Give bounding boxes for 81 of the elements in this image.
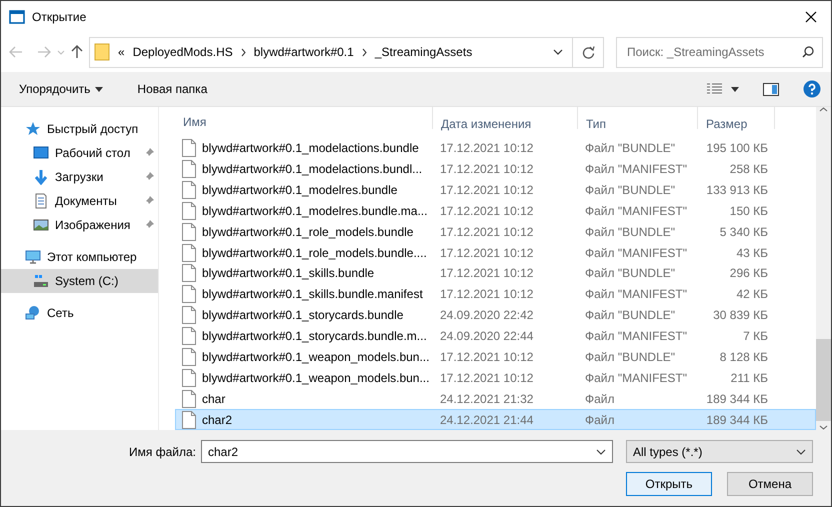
caret-icon[interactable] — [731, 86, 739, 92]
scroll-up-icon[interactable] — [819, 107, 828, 112]
sidebar-item[interactable]: Документы — [1, 189, 158, 213]
download-arrow-icon — [33, 169, 49, 185]
drive-icon — [33, 273, 49, 289]
overflow-chevron[interactable]: « — [118, 43, 125, 61]
file-icon — [182, 285, 196, 304]
scrollbar[interactable] — [816, 107, 831, 430]
search-icon[interactable] — [802, 46, 814, 58]
sidebar-item[interactable]: Изображения — [1, 213, 158, 237]
file-row[interactable]: blywd#artwork#0.1_weapon_models.bun... 17.12.2021 10:12 Файл "BUNDLE" 8 128 КБ — [175, 346, 816, 368]
sidebar-item[interactable]: Рабочий стол — [1, 141, 158, 165]
sidebar-item[interactable]: Сеть — [1, 301, 158, 325]
file-icon — [182, 139, 196, 158]
star-icon — [25, 121, 41, 137]
caret-icon — [95, 86, 104, 92]
document-icon — [33, 193, 49, 209]
sidebar-item[interactable]: Загрузки — [1, 165, 158, 189]
column-header[interactable]: Размер — [698, 107, 775, 129]
search-box[interactable]: Поиск: _StreamingAssets — [616, 36, 823, 68]
column-header[interactable]: Имя — [175, 107, 433, 129]
file-row[interactable]: blywd#artwork#0.1_skills.bundle.manifest 17.12.2021 10:12 Файл "MANIFEST" 42 КБ — [175, 284, 816, 305]
file-row[interactable]: blywd#artwork#0.1_storycards.bundle.m... 24.09.2020 22:44 Файл "MANIFEST" 7 КБ — [175, 326, 816, 347]
file-icon — [182, 327, 196, 346]
dropdown-caret-icon — [796, 448, 806, 454]
refresh-icon[interactable] — [582, 46, 594, 58]
desktop-icon — [33, 145, 49, 161]
window-title: Открытие — [32, 8, 86, 26]
breadcrumb[interactable]: DeployedMods.HS — [132, 43, 233, 61]
file-icon — [182, 160, 196, 178]
file-row[interactable]: char2 24.12.2021 21:44 Файл 189 344 КБ — [175, 409, 816, 430]
file-icon — [182, 222, 196, 241]
file-icon — [182, 306, 196, 324]
monitor-icon — [25, 249, 41, 265]
dropdown-caret-icon[interactable] — [596, 448, 606, 454]
file-row[interactable]: blywd#artwork#0.1_role_models.bundle 17.12.2021 10:12 Файл "BUNDLE" 5 340 КБ — [175, 221, 816, 242]
help-icon[interactable] — [803, 80, 821, 98]
sidebar-item[interactable]: Этот компьютер — [1, 245, 158, 269]
file-type-dropdown[interactable]: All types (*.*) — [626, 440, 813, 463]
column-header[interactable]: Тип — [578, 107, 698, 129]
breadcrumb[interactable]: _StreamingAssets — [374, 43, 472, 61]
new-folder-button[interactable]: Новая папка — [127, 78, 218, 100]
file-row[interactable]: blywd#artwork#0.1_modelactions.bundle 17.12.2021 10:12 Файл "BUNDLE" 195 100 КБ — [175, 138, 816, 159]
folder-icon — [94, 43, 110, 61]
file-row[interactable]: blywd#artwork#0.1_skills.bundle 17.12.2021 10:12 Файл "BUNDLE" 296 КБ — [175, 263, 816, 284]
file-icon — [182, 410, 196, 429]
chevron-icon — [362, 48, 367, 56]
file-icon — [182, 368, 196, 387]
image-icon — [33, 217, 49, 233]
file-row[interactable]: blywd#artwork#0.1_role_models.bundle.... 17.12.2021 10:12 Файл "MANIFEST" 43 КБ — [175, 242, 816, 264]
filename-label: Имя файла: — [129, 444, 196, 460]
open-button[interactable]: Открыть — [626, 472, 712, 496]
organize-button[interactable]: Упорядочить — [9, 78, 114, 100]
file-icon — [182, 264, 196, 282]
search-field[interactable]: Поиск: _StreamingAssets — [625, 42, 802, 62]
file-row[interactable]: blywd#artwork#0.1_modelactions.bundl... 17.12.2021 10:12 Файл "MANIFEST" 258 КБ — [175, 158, 816, 180]
cancel-button[interactable]: Отмена — [727, 472, 813, 496]
scroll-down-icon[interactable] — [819, 425, 828, 430]
chevron-icon — [240, 48, 246, 56]
sidebar-item[interactable]: Быстрый доступ — [1, 117, 158, 141]
close-icon[interactable] — [805, 10, 817, 22]
file-row[interactable]: blywd#artwork#0.1_modelres.bundle.ma... 17.12.2021 10:12 Файл "MANIFEST" 150 КБ — [175, 200, 816, 222]
view-options-icon[interactable] — [707, 83, 723, 95]
dropdown-caret-icon[interactable] — [552, 49, 562, 55]
window-icon — [9, 10, 25, 24]
file-icon — [182, 244, 196, 262]
sidebar-item[interactable]: System (C:) — [1, 269, 158, 293]
file-row[interactable]: blywd#artwork#0.1_weapon_models.bun... 17.12.2021 10:12 Файл "MANIFEST" 211 КБ — [175, 367, 816, 388]
column-header[interactable]: Дата изменения — [433, 107, 578, 129]
file-row[interactable]: char 24.12.2021 21:32 Файл 189 344 КБ — [175, 388, 816, 410]
file-icon — [182, 202, 196, 220]
filename-combo-box[interactable]: char2 — [201, 440, 613, 463]
file-icon — [182, 390, 196, 408]
up-arrow-icon[interactable] — [71, 45, 83, 59]
file-icon — [182, 180, 196, 199]
network-icon — [25, 305, 41, 321]
file-row[interactable]: blywd#artwork#0.1_storycards.bundle 24.09.2020 22:42 Файл "BUNDLE" 30 839 КБ — [175, 304, 816, 326]
file-row[interactable]: blywd#artwork#0.1_modelres.bundle 17.12.2021 10:12 Файл "BUNDLE" 133 913 КБ — [175, 180, 816, 200]
preview-pane-icon[interactable] — [763, 82, 779, 96]
breadcrumb[interactable]: blywd#artwork#0.1 — [254, 43, 354, 61]
file-icon — [182, 348, 196, 366]
